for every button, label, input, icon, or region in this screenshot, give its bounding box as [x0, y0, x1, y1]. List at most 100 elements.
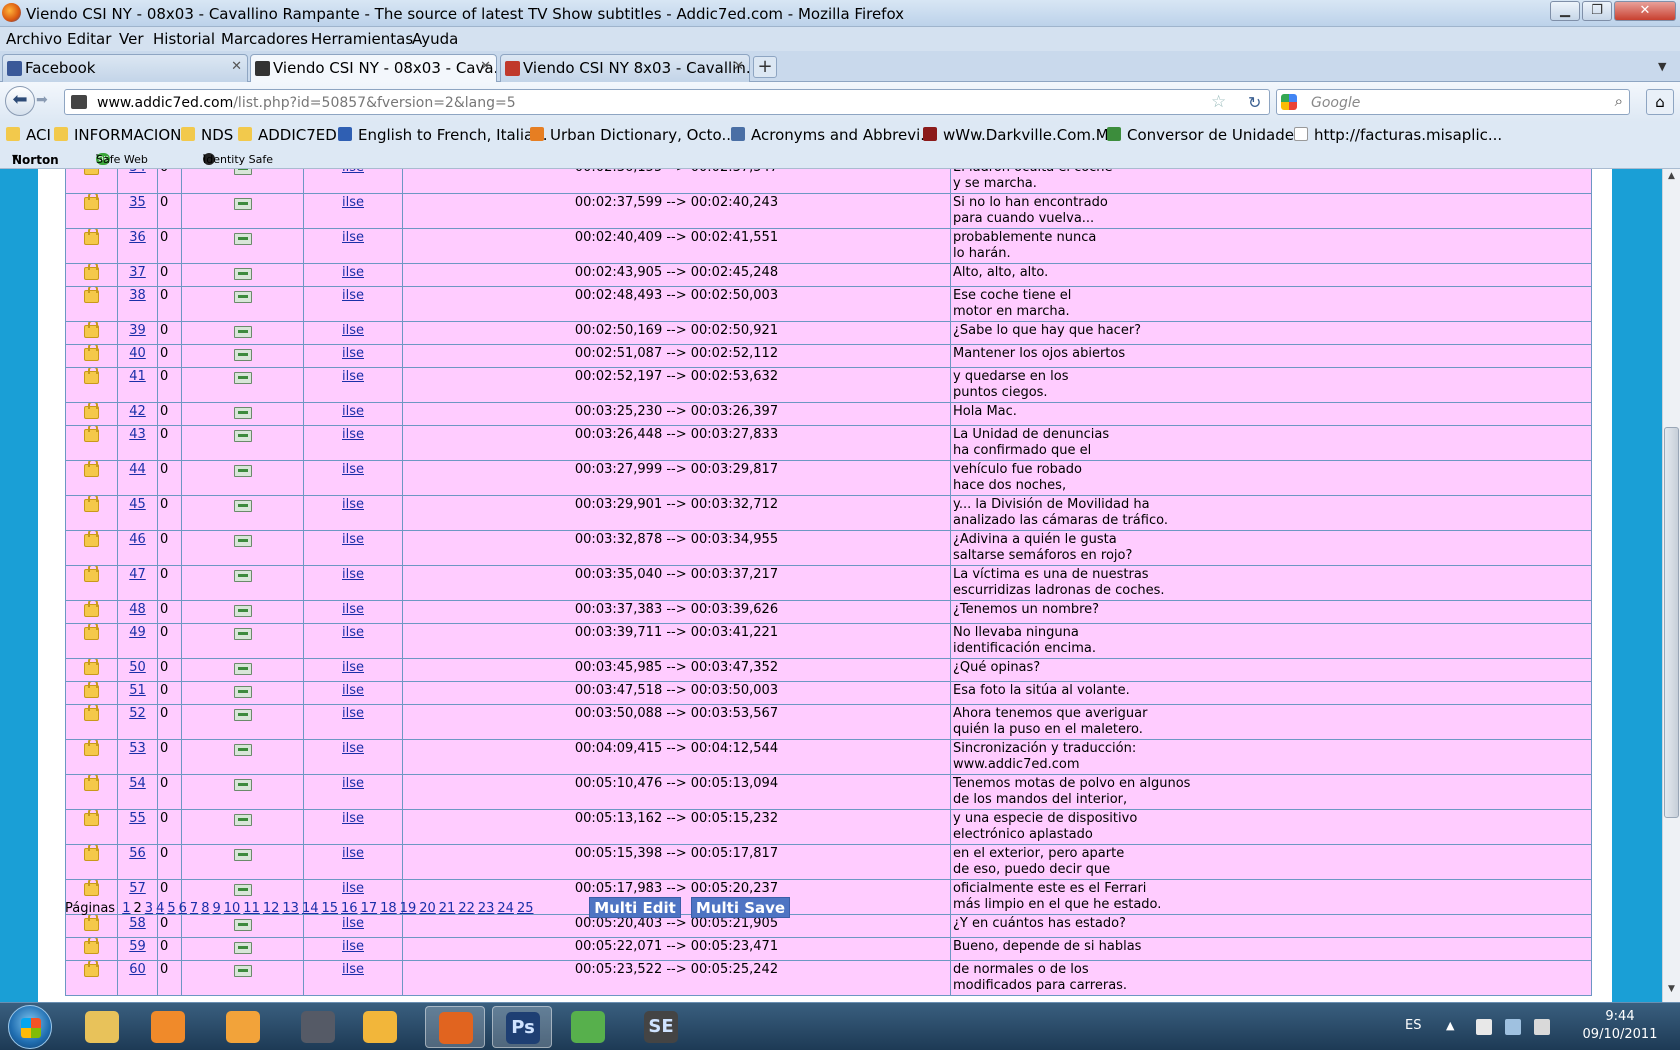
menu-herramientas[interactable]: Herramientas [311, 30, 413, 48]
lock-icon[interactable] [84, 287, 99, 303]
tab-facebook[interactable]: Facebook ✕ [2, 54, 248, 82]
page-link[interactable]: 18 [380, 901, 397, 916]
save-line-icon[interactable] [233, 779, 252, 791]
sequence-link[interactable]: 43 [129, 427, 146, 442]
safe-web-menu[interactable]: OK Safe Web ▾ [96, 150, 148, 166]
show-hidden-icons-icon[interactable]: ▲ [1446, 1019, 1454, 1032]
scroll-down-icon[interactable]: ▼ [1663, 984, 1680, 1000]
sequence-link[interactable]: 51 [129, 683, 146, 698]
sequence-link[interactable]: 59 [129, 939, 146, 954]
sequence-link[interactable]: 49 [129, 625, 146, 640]
volume-muted-icon[interactable] [1534, 1019, 1550, 1035]
save-line-icon[interactable] [233, 349, 252, 361]
save-line-icon[interactable] [233, 233, 252, 245]
lock-icon[interactable] [84, 345, 99, 361]
lock-icon[interactable] [84, 461, 99, 477]
multi-save-button[interactable]: Multi Save [691, 897, 790, 918]
subtitle-text-cell[interactable]: probablemente nunca lo harán. [950, 228, 1592, 264]
tab-close-icon[interactable]: ✕ [733, 59, 744, 74]
user-link[interactable]: ilse [342, 497, 364, 512]
save-line-icon[interactable] [233, 570, 252, 582]
save-line-icon[interactable] [233, 198, 252, 210]
user-link[interactable]: ilse [342, 881, 364, 896]
lock-icon[interactable] [84, 403, 99, 419]
subtitle-text-cell[interactable]: Hola Mac. [950, 402, 1592, 426]
user-link[interactable]: ilse [342, 660, 364, 675]
user-link[interactable]: ilse [342, 962, 364, 977]
save-line-icon[interactable] [233, 686, 252, 698]
sequence-link[interactable]: 37 [129, 265, 146, 280]
sequence-link[interactable]: 45 [129, 497, 146, 512]
lock-icon[interactable] [84, 705, 99, 721]
sequence-link[interactable]: 47 [129, 567, 146, 582]
taskbar-app-media-player[interactable] [138, 1006, 198, 1048]
save-line-icon[interactable] [233, 709, 252, 721]
save-line-icon[interactable] [233, 919, 252, 931]
url-text[interactable]: www.addic7ed.com/list.php?id=50857&fvers… [97, 95, 516, 111]
page-link[interactable]: 1 [122, 901, 130, 916]
lock-icon[interactable] [84, 601, 99, 617]
sequence-link[interactable]: 50 [129, 660, 146, 675]
back-button[interactable]: ⬅ [5, 86, 35, 116]
user-link[interactable]: ilse [342, 811, 364, 826]
page-link[interactable]: 13 [282, 901, 299, 916]
taskbar-app-outlook[interactable] [213, 1006, 273, 1048]
menu-historial[interactable]: Historial [153, 30, 215, 48]
page-link[interactable]: 22 [458, 901, 475, 916]
user-link[interactable]: ilse [342, 846, 364, 861]
sequence-link[interactable]: 35 [129, 195, 146, 210]
page-link[interactable]: 8 [201, 901, 209, 916]
scroll-up-icon[interactable]: ▲ [1663, 171, 1680, 187]
sequence-link[interactable]: 38 [129, 288, 146, 303]
user-link[interactable]: ilse [342, 683, 364, 698]
save-line-icon[interactable] [233, 407, 252, 419]
user-link[interactable]: ilse [342, 462, 364, 477]
user-link[interactable]: ilse [342, 532, 364, 547]
user-link[interactable]: ilse [342, 776, 364, 791]
bookmark-informacion[interactable]: INFORMACION [54, 126, 181, 144]
lock-icon[interactable] [84, 426, 99, 442]
scrollbar-thumb[interactable] [1664, 427, 1679, 818]
lock-icon[interactable] [84, 845, 99, 861]
action-center-flag-icon[interactable] [1476, 1019, 1492, 1035]
subtitle-text-cell[interactable]: ¿Tenemos un nombre? [950, 600, 1592, 624]
lock-icon[interactable] [84, 531, 99, 547]
lock-icon[interactable] [84, 368, 99, 384]
bookmark-acronyms[interactable]: Acronyms and Abbrevi... [731, 126, 935, 144]
address-bar[interactable]: www.addic7ed.com/list.php?id=50857&fvers… [64, 89, 1270, 115]
page-link[interactable]: 15 [321, 901, 338, 916]
taskbar-app-se-app[interactable]: SE [631, 1006, 691, 1048]
user-link[interactable]: ilse [342, 369, 364, 384]
network-icon[interactable] [1505, 1019, 1521, 1035]
page-link[interactable]: 21 [439, 901, 456, 916]
page-link[interactable]: 3 [145, 901, 153, 916]
page-link[interactable]: 20 [419, 901, 436, 916]
page-link[interactable]: 10 [224, 901, 241, 916]
lock-icon[interactable] [84, 264, 99, 280]
menu-archivo[interactable]: Archivo [6, 30, 62, 48]
taskbar-app-explorer[interactable] [72, 1006, 132, 1048]
lock-icon[interactable] [84, 322, 99, 338]
page-link[interactable]: 17 [361, 901, 378, 916]
bookmark-aci[interactable]: ACI [6, 126, 51, 144]
sequence-link[interactable]: 46 [129, 532, 146, 547]
home-button[interactable]: ⌂ [1646, 89, 1674, 115]
subtitle-text-cell[interactable]: El ladrón oculta el coche y se marcha. [950, 169, 1592, 194]
menu-ver[interactable]: Ver [119, 30, 144, 48]
minimize-button[interactable]: ▁ [1550, 1, 1580, 21]
page-link[interactable]: 4 [156, 901, 164, 916]
sequence-link[interactable]: 39 [129, 323, 146, 338]
subtitle-text-cell[interactable]: Si no lo han encontrado para cuando vuel… [950, 193, 1592, 229]
sequence-link[interactable]: 55 [129, 811, 146, 826]
tab-list-arrow-icon[interactable]: ▼ [1658, 60, 1666, 73]
page-link[interactable]: 25 [517, 901, 534, 916]
maximize-button[interactable]: ❐ [1582, 1, 1612, 21]
subtitle-text-cell[interactable]: No llevaba ninguna identificación encima… [950, 623, 1592, 659]
sequence-link[interactable]: 52 [129, 706, 146, 721]
page-link[interactable]: 9 [212, 901, 220, 916]
sequence-link[interactable]: 42 [129, 404, 146, 419]
subtitle-text-cell[interactable]: ¿Qué opinas? [950, 658, 1592, 682]
save-line-icon[interactable] [233, 291, 252, 303]
tab-addic7ed-active[interactable]: Viendo CSI NY - 08x03 - Cava... ✕ [250, 54, 497, 83]
forward-button[interactable]: ➡ [36, 92, 56, 112]
